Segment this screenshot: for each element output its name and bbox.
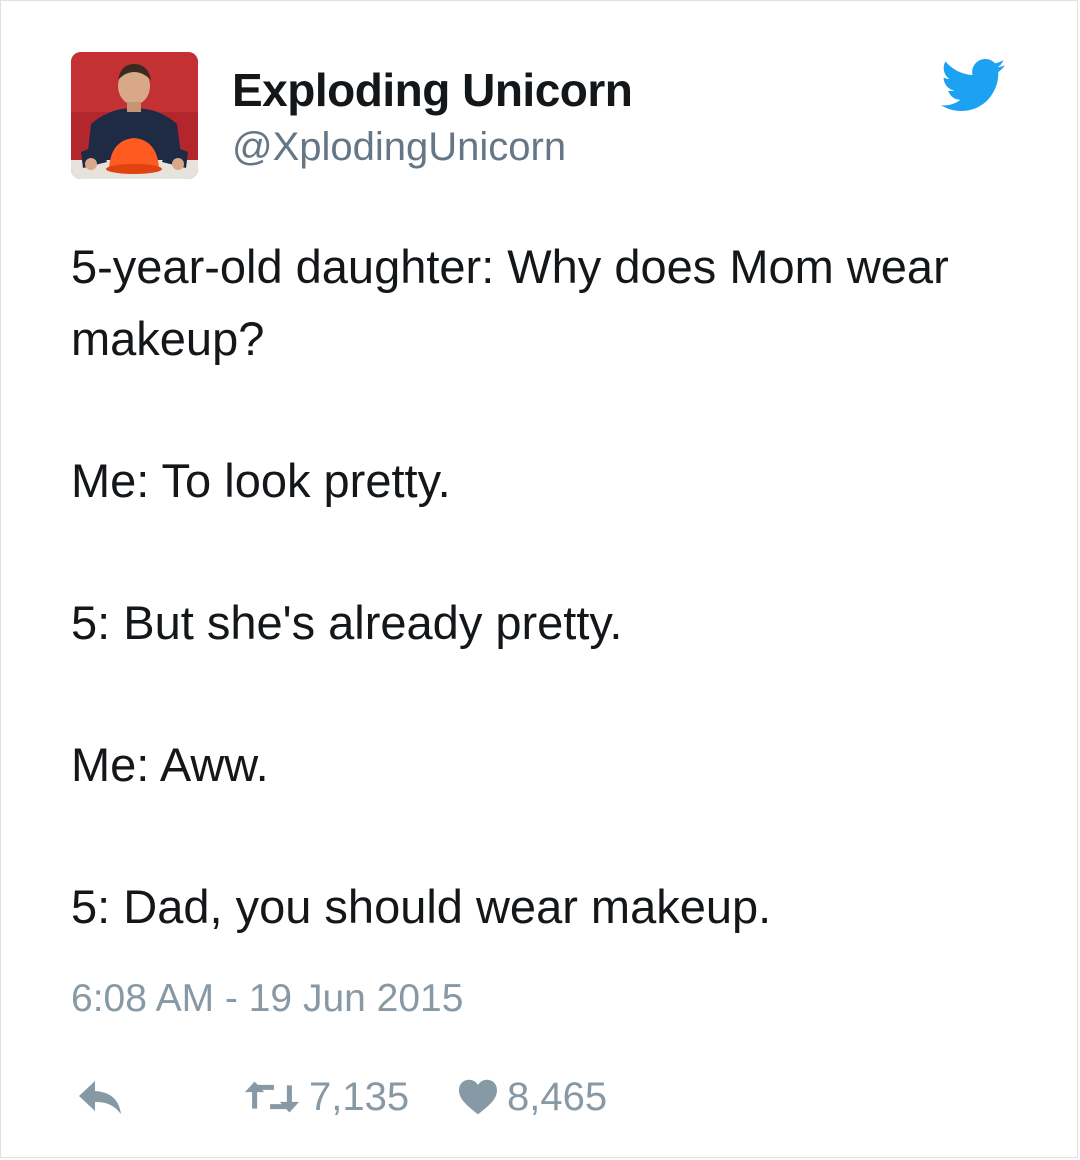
- avatar[interactable]: [71, 52, 198, 179]
- avatar-photo: [71, 52, 198, 179]
- like-count: 8,465: [507, 1074, 608, 1119]
- tweet-line: Me: Aww.: [71, 738, 269, 791]
- tweet-line: 5-year-old daughter: Why does Mom wear m…: [71, 240, 949, 365]
- display-name[interactable]: Exploding Unicorn: [232, 63, 633, 117]
- heart-icon: [459, 1079, 497, 1115]
- tweet-line: 5: Dad, you should wear makeup.: [71, 880, 772, 933]
- retweet-count: 7,135: [309, 1074, 410, 1119]
- reply-icon: [79, 1081, 121, 1114]
- tweet-card: Exploding Unicorn @XplodingUnicorn 5-yea…: [0, 0, 1078, 1158]
- reply-button[interactable]: [77, 1069, 125, 1125]
- tweet-text: 5-year-old daughter: Why does Mom wear m…: [71, 231, 1011, 1013]
- like-button[interactable]: 8,465: [457, 1069, 607, 1125]
- retweet-icon: [244, 1081, 300, 1113]
- twitter-bird-icon[interactable]: [941, 59, 1005, 111]
- tweet-line: 5: But she's already pretty.: [71, 596, 623, 649]
- retweet-button[interactable]: 7,135: [243, 1069, 409, 1125]
- tweet-actions: 7,135 8,465: [71, 1069, 771, 1125]
- tweet-line: Me: To look pretty.: [71, 454, 451, 507]
- tweet-timestamp[interactable]: 6:08 AM - 19 Jun 2015: [71, 977, 463, 1021]
- user-handle[interactable]: @XplodingUnicorn: [232, 125, 566, 170]
